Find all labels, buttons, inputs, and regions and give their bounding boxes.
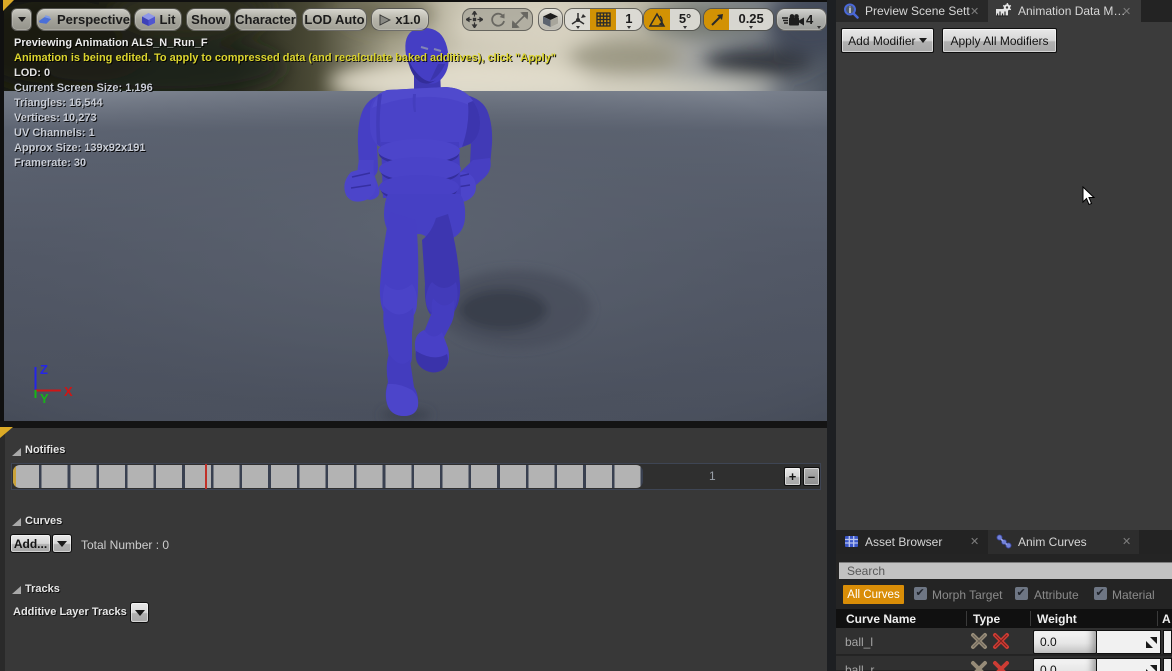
svg-text:i: i <box>849 5 852 15</box>
svg-text:Y: Y <box>40 391 49 406</box>
svg-text:Z: Z <box>40 362 48 377</box>
svg-text:X: X <box>64 384 73 399</box>
